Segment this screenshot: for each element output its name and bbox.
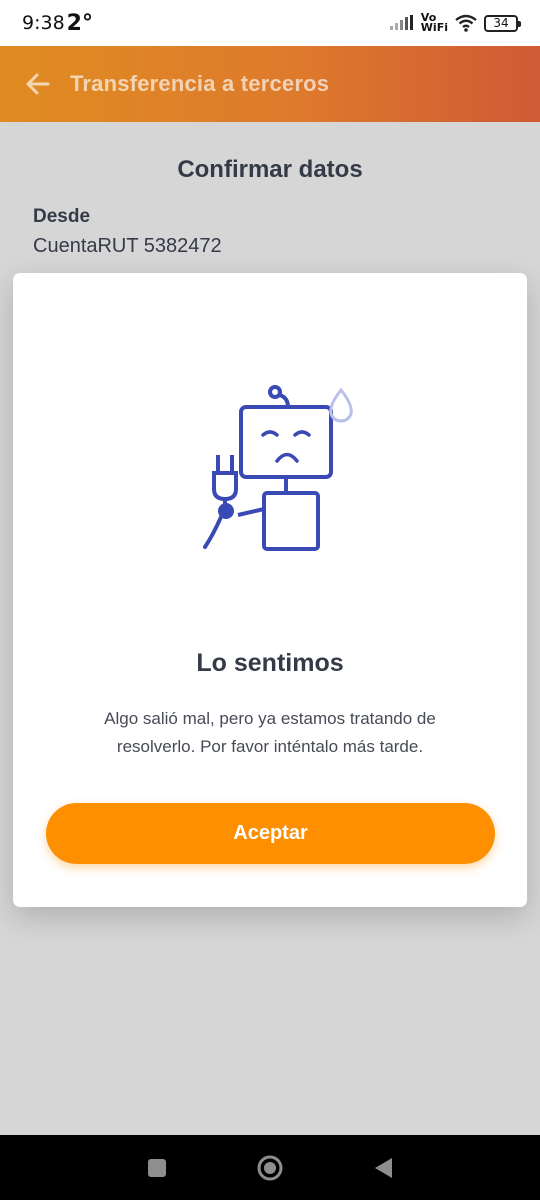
status-icons: Vo WiFi 34 [389,11,521,34]
section-title: Confirmar datos [177,156,363,183]
status-time: 9:38 [22,12,65,34]
screen: 9:38 2° Vo WiFi 34 Transferencia a terce… [0,0,540,1200]
navigation-bar [0,1135,540,1200]
app-header: Transferencia a terceros [0,46,540,122]
circle-home-icon[interactable] [256,1154,284,1182]
accept-button[interactable]: Aceptar [46,803,495,864]
dialog-title: Lo sentimos [196,649,344,677]
triangle-back-icon[interactable] [369,1154,397,1182]
battery-level: 34 [493,16,509,30]
dialog-message: Algo salió mal, pero ya estamos tratando… [104,709,436,756]
vowifi-label: Vo WiFi [420,11,448,34]
square-recents-icon[interactable] [143,1154,171,1182]
robot-unplugged-icon [203,385,353,551]
error-dialog: Lo sentimos Algo salió mal, pero ya esta… [13,273,527,907]
arrow-left-icon[interactable] [24,70,52,98]
status-temperature: 2° [66,10,93,36]
battery-icon: 34 [484,14,521,32]
signal-icon [389,15,413,30]
from-account-value: CuentaRUT 5382472 [33,235,222,257]
wifi-icon [455,14,477,32]
status-bar: 9:38 2° Vo WiFi 34 [0,0,540,46]
page-title: Transferencia a terceros [70,71,330,96]
from-label: Desde [33,206,91,227]
